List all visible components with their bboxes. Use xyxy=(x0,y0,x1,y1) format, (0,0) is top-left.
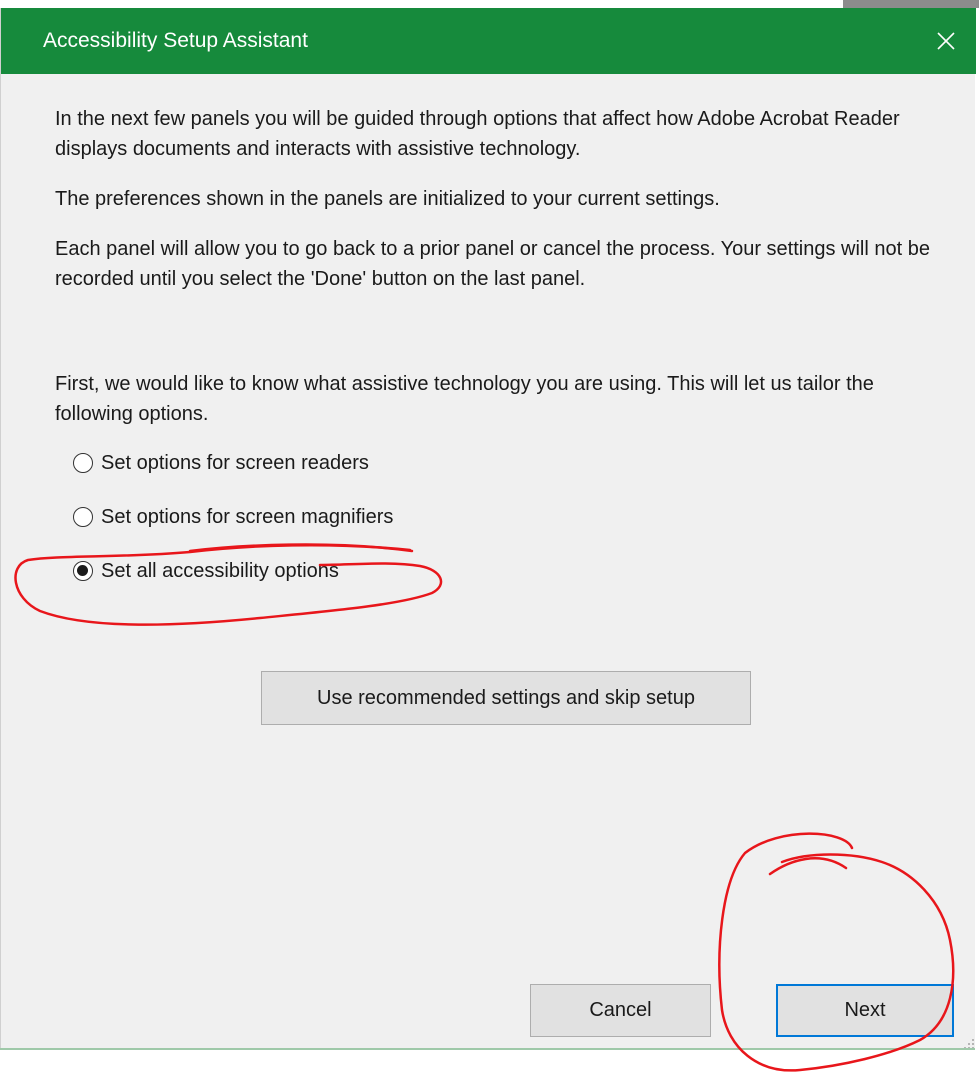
title-bar: Accessibility Setup Assistant xyxy=(1,8,976,74)
screen-top-edge xyxy=(0,0,979,8)
radio-label: Set options for screen readers xyxy=(101,452,369,474)
radio-button-selected[interactable] xyxy=(73,561,93,581)
radio-label: Set options for screen magnifiers xyxy=(101,506,394,528)
next-button[interactable]: Next xyxy=(776,984,954,1037)
radio-label: Set all accessibility options xyxy=(101,560,339,582)
radio-button[interactable] xyxy=(73,507,93,527)
intro-paragraph-3: Each panel will allow you to go back to … xyxy=(55,238,930,290)
radio-all-accessibility[interactable]: Set all accessibility options xyxy=(73,557,339,585)
cancel-button[interactable]: Cancel xyxy=(530,984,711,1037)
background-window-strip xyxy=(843,0,979,8)
radio-button[interactable] xyxy=(73,453,93,473)
close-icon xyxy=(937,32,955,50)
window-title: Accessibility Setup Assistant xyxy=(43,29,308,52)
skip-setup-button[interactable]: Use recommended settings and skip setup xyxy=(261,671,751,725)
radio-screen-readers[interactable]: Set options for screen readers xyxy=(73,449,369,477)
question-text: First, we would like to know what assist… xyxy=(55,373,874,425)
intro-paragraph-1: In the next few panels you will be guide… xyxy=(55,108,900,160)
dialog-window: Accessibility Setup Assistant In the nex… xyxy=(0,8,976,1049)
close-button[interactable] xyxy=(916,8,976,74)
window-bottom-edge xyxy=(0,1048,975,1050)
intro-paragraph-2: The preferences shown in the panels are … xyxy=(55,188,720,210)
radio-screen-magnifiers[interactable]: Set options for screen magnifiers xyxy=(73,503,393,531)
